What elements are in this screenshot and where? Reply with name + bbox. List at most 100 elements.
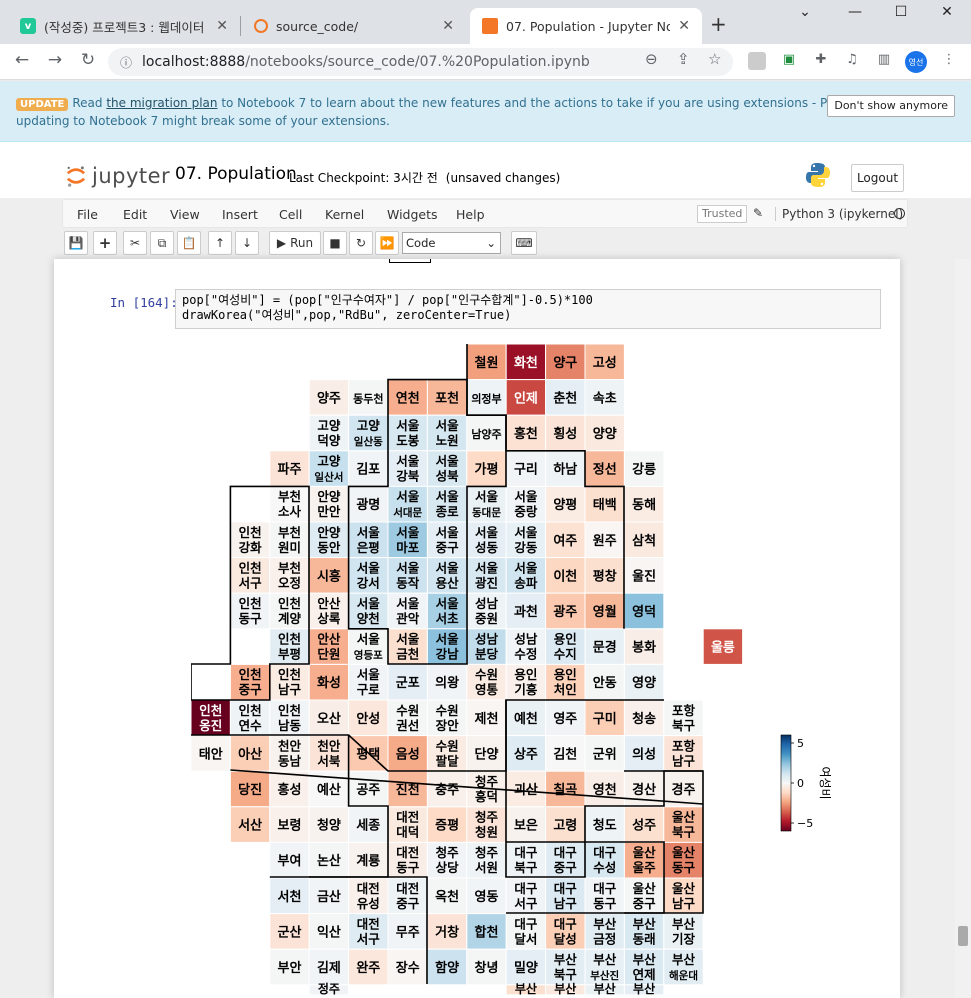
- page-scrollbar[interactable]: [955, 259, 971, 998]
- paste-icon[interactable]: 📋: [177, 231, 201, 255]
- maximize-icon[interactable]: ☐: [878, 4, 924, 20]
- menu-insert[interactable]: Insert: [222, 207, 258, 222]
- map-cell-label: 군위: [593, 747, 617, 762]
- tab-velog[interactable]: v (작성중) 프로젝트3 : 웹데이터 ✕: [8, 8, 240, 44]
- map-cell-label: 성남: [514, 632, 538, 647]
- menu-edit[interactable]: Edit: [123, 207, 147, 222]
- window-close-icon[interactable]: ✕: [924, 4, 970, 20]
- map-cell-label: 부산: [593, 916, 617, 931]
- insert-cell-icon[interactable]: +: [93, 231, 117, 255]
- pencil-icon[interactable]: ✎: [753, 206, 763, 220]
- url-input[interactable]: ⓘ localhost:8888/notebooks/source_code/0…: [108, 48, 733, 76]
- share-icon[interactable]: ⇪: [677, 50, 690, 68]
- notebook-name[interactable]: 07. Population: [175, 164, 297, 184]
- map-cell-label: 남구: [672, 753, 696, 768]
- puzzle-icon[interactable]: ✚: [812, 52, 830, 70]
- map-cell-label: 동해: [632, 497, 656, 513]
- save-icon[interactable]: 💾: [64, 231, 88, 255]
- bookmark-star-icon[interactable]: ☆: [708, 50, 721, 68]
- copy-icon[interactable]: ⧉: [150, 231, 174, 255]
- map-cell-label: 마포: [396, 540, 420, 555]
- restart-icon[interactable]: ↻: [349, 231, 373, 255]
- forward-icon[interactable]: →: [43, 50, 67, 70]
- map-cell-label: 양양: [593, 427, 617, 442]
- map-cell-label: 예천: [514, 711, 538, 727]
- map-cell-label: 부안: [278, 960, 302, 976]
- menu-view[interactable]: View: [170, 207, 200, 222]
- menu-kernel[interactable]: Kernel: [325, 207, 364, 222]
- info-icon[interactable]: ⓘ: [120, 54, 132, 71]
- map-cell-label: 이천: [553, 568, 577, 584]
- map-cell-label: 양천: [357, 611, 380, 626]
- cell-type-select[interactable]: Code ⌄: [402, 232, 501, 254]
- map-cell-label: 서울: [357, 596, 381, 611]
- scrollbar-thumb[interactable]: [958, 926, 968, 946]
- map-cell-label: 남동: [278, 718, 302, 733]
- trusted-badge[interactable]: Trusted: [697, 205, 748, 223]
- run-button[interactable]: ▶ Run: [269, 231, 321, 255]
- map-cell-label: 수지: [554, 647, 577, 662]
- map-cell-label: 성주: [632, 819, 656, 834]
- map-cell-label: 서울: [396, 454, 420, 469]
- logout-button[interactable]: Logout: [851, 164, 904, 192]
- extension-green-icon[interactable]: ▣: [780, 52, 798, 70]
- avatar[interactable]: 영선: [905, 51, 927, 73]
- notebook-toolbar: 💾 + ✂ ⧉ 📋 ↑ ↓ ▶ Run ■ ↻ ⏩ Code ⌄ ⌨: [62, 231, 908, 257]
- zoom-icon[interactable]: ⊖: [645, 50, 658, 68]
- map-cell-label: 용인: [514, 667, 537, 682]
- tab-population[interactable]: 07. Population - Jupyter Noteb ✕: [470, 8, 702, 44]
- map-cell-label: 성동: [475, 540, 499, 555]
- map-cell-label: 서울: [357, 525, 381, 540]
- new-tab-icon[interactable]: +: [710, 12, 727, 36]
- map-cell-label: 서울: [396, 418, 420, 433]
- jupyter-logo[interactable]: jupyter: [66, 164, 170, 188]
- code-cell-input[interactable]: pop["여성비"] = (pop["인구수여자"] / pop["인구수합계"…: [175, 289, 881, 329]
- chevron-down-icon[interactable]: ⌄: [782, 4, 828, 20]
- notebook-content: In [164]: pop["여성비"] = (pop["인구수여자"] / p…: [54, 259, 900, 998]
- minimize-icon[interactable]: —: [832, 4, 878, 20]
- back-icon[interactable]: ←: [10, 50, 34, 70]
- menu-file[interactable]: File: [77, 207, 98, 222]
- sidebar-icon[interactable]: ▥: [875, 52, 893, 70]
- map-cell-label: 태백: [593, 498, 617, 513]
- tab-source-code[interactable]: source_code/ ✕: [242, 8, 466, 44]
- extension-image-icon[interactable]: [748, 52, 766, 70]
- map-cell-label: 금정: [593, 931, 616, 946]
- menu-cell[interactable]: Cell: [279, 207, 302, 222]
- fast-forward-icon[interactable]: ⏩: [375, 231, 399, 255]
- kebab-menu-icon[interactable]: ⋮: [940, 52, 958, 70]
- map-cell-label: 안성: [356, 711, 380, 727]
- map-cell-label: 강서: [357, 575, 380, 590]
- migration-plan-link[interactable]: the migration plan: [106, 96, 217, 110]
- keyboard-icon[interactable]: ⌨: [511, 231, 537, 255]
- map-cell-label: 논산: [317, 853, 341, 869]
- move-up-icon[interactable]: ↑: [208, 231, 232, 255]
- map-cell-label: 남구: [554, 896, 578, 911]
- map-cell-label: 인천: [239, 525, 262, 540]
- dont-show-button[interactable]: Don't show anymore: [827, 95, 955, 117]
- map-cell-label: 수성: [593, 860, 616, 875]
- menu-help[interactable]: Help: [456, 207, 485, 222]
- map-cell-label: 수원: [396, 703, 419, 718]
- map-cell-label: 고성: [593, 356, 617, 371]
- map-cell-label: 성남: [475, 596, 499, 611]
- reload-icon[interactable]: ↻: [76, 50, 100, 70]
- map-cell-label: 광명: [356, 497, 380, 513]
- map-cell-label: 처인: [554, 682, 577, 697]
- cut-icon[interactable]: ✂: [123, 231, 147, 255]
- close-icon[interactable]: ✕: [442, 18, 454, 34]
- map-cell-label: 대전: [357, 916, 380, 931]
- menu-widgets[interactable]: Widgets: [387, 207, 438, 222]
- map-cell-label: 인천: [278, 667, 301, 682]
- map-cell-label: 용산: [436, 575, 460, 590]
- close-icon[interactable]: ✕: [216, 18, 228, 34]
- map-cell-label: 고양: [357, 418, 381, 433]
- colorbar-tick-label: −5: [797, 817, 813, 830]
- map-cell-label: 서울: [514, 489, 538, 504]
- media-icon[interactable]: ♫: [843, 52, 861, 70]
- kernel-name[interactable]: Python 3 (ipykernel): [775, 207, 903, 221]
- close-icon[interactable]: ✕: [678, 18, 690, 34]
- move-down-icon[interactable]: ↓: [235, 231, 259, 255]
- map-cell-label: 수원: [436, 738, 459, 753]
- stop-icon[interactable]: ■: [323, 231, 347, 255]
